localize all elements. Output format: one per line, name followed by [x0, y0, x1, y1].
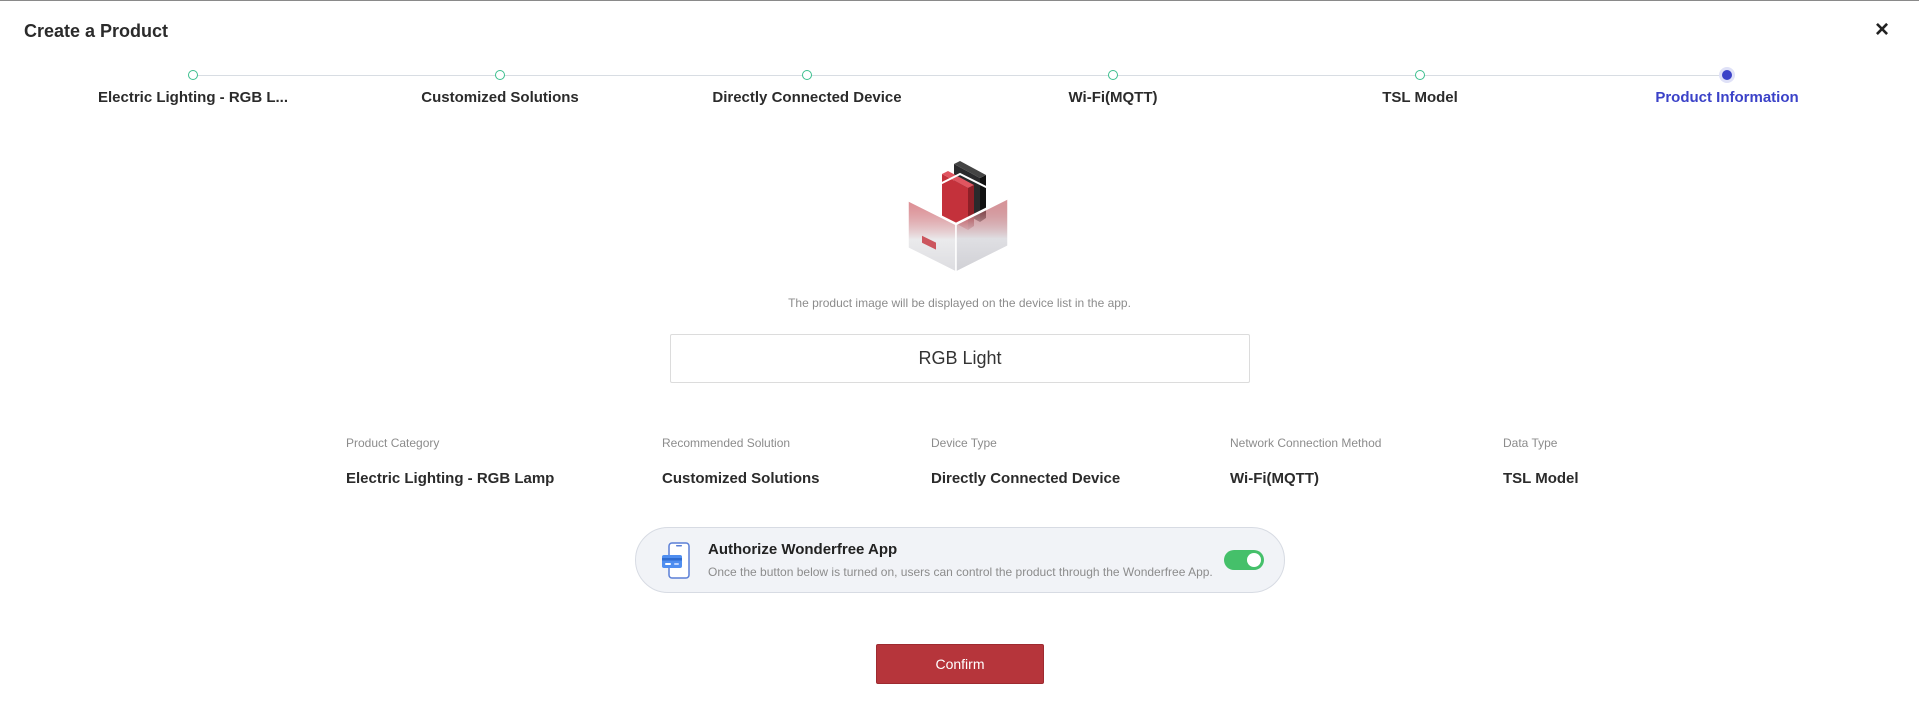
step-label: Wi-Fi(MQTT): [1068, 89, 1158, 106]
info-label: Device Type: [931, 436, 997, 450]
product-box-image[interactable]: [902, 160, 1014, 276]
authorize-toggle[interactable]: [1224, 550, 1264, 570]
authorize-app-card: Authorize Wonderfree App Once the button…: [635, 527, 1285, 593]
info-label: Network Connection Method: [1230, 436, 1382, 450]
authorize-title: Authorize Wonderfree App: [708, 541, 898, 558]
step-label: Product Information: [1655, 89, 1799, 106]
step-label: TSL Model: [1382, 89, 1458, 106]
step-active-icon: [1722, 70, 1732, 80]
info-data-type: Data Type TSL Model: [1503, 436, 1579, 487]
info-label: Recommended Solution: [662, 436, 791, 450]
step-device-type: Directly Connected Device: [657, 68, 957, 106]
info-value: Directly Connected Device: [931, 470, 1121, 487]
info-value: Electric Lighting - RGB Lamp: [346, 470, 555, 487]
info-value: Wi-Fi(MQTT): [1230, 470, 1319, 487]
step-done-icon: [802, 70, 812, 80]
step-network: Wi-Fi(MQTT): [963, 68, 1263, 106]
step-product-category: Electric Lighting - RGB L...: [43, 68, 343, 106]
stepper: Electric Lighting - RGB L... Customized …: [0, 68, 1919, 114]
step-label: Directly Connected Device: [712, 89, 902, 106]
authorize-description: Once the button below is turned on, user…: [708, 565, 1213, 579]
step-done-icon: [188, 70, 198, 80]
step-data-type: TSL Model: [1270, 68, 1570, 106]
info-value: Customized Solutions: [662, 470, 820, 487]
info-recommended-solution: Recommended Solution Customized Solution…: [662, 436, 820, 487]
close-icon[interactable]: ×: [1871, 18, 1893, 42]
step-label: Customized Solutions: [421, 89, 579, 106]
step-product-information: Product Information: [1577, 68, 1877, 106]
info-device-type: Device Type Directly Connected Device: [931, 436, 1120, 487]
toggle-knob: [1247, 553, 1261, 567]
confirm-button[interactable]: Confirm: [876, 644, 1044, 684]
step-done-icon: [1415, 70, 1425, 80]
info-label: Data Type: [1503, 436, 1558, 450]
step-solution: Customized Solutions: [350, 68, 650, 106]
step-done-icon: [1108, 70, 1118, 80]
info-product-category: Product Category Electric Lighting - RGB…: [346, 436, 554, 487]
step-label: Electric Lighting - RGB L...: [97, 89, 288, 106]
info-label: Product Category: [346, 436, 440, 450]
product-image-hint: The product image will be displayed on t…: [788, 296, 1131, 310]
info-network-connection: Network Connection Method Wi-Fi(MQTT): [1230, 436, 1381, 487]
product-name-input[interactable]: [670, 334, 1250, 383]
top-divider: [0, 0, 1919, 1]
step-done-icon: [495, 70, 505, 80]
dialog-title: Create a Product: [24, 21, 169, 41]
info-value: TSL Model: [1503, 470, 1579, 487]
phone-icon: [660, 542, 694, 580]
